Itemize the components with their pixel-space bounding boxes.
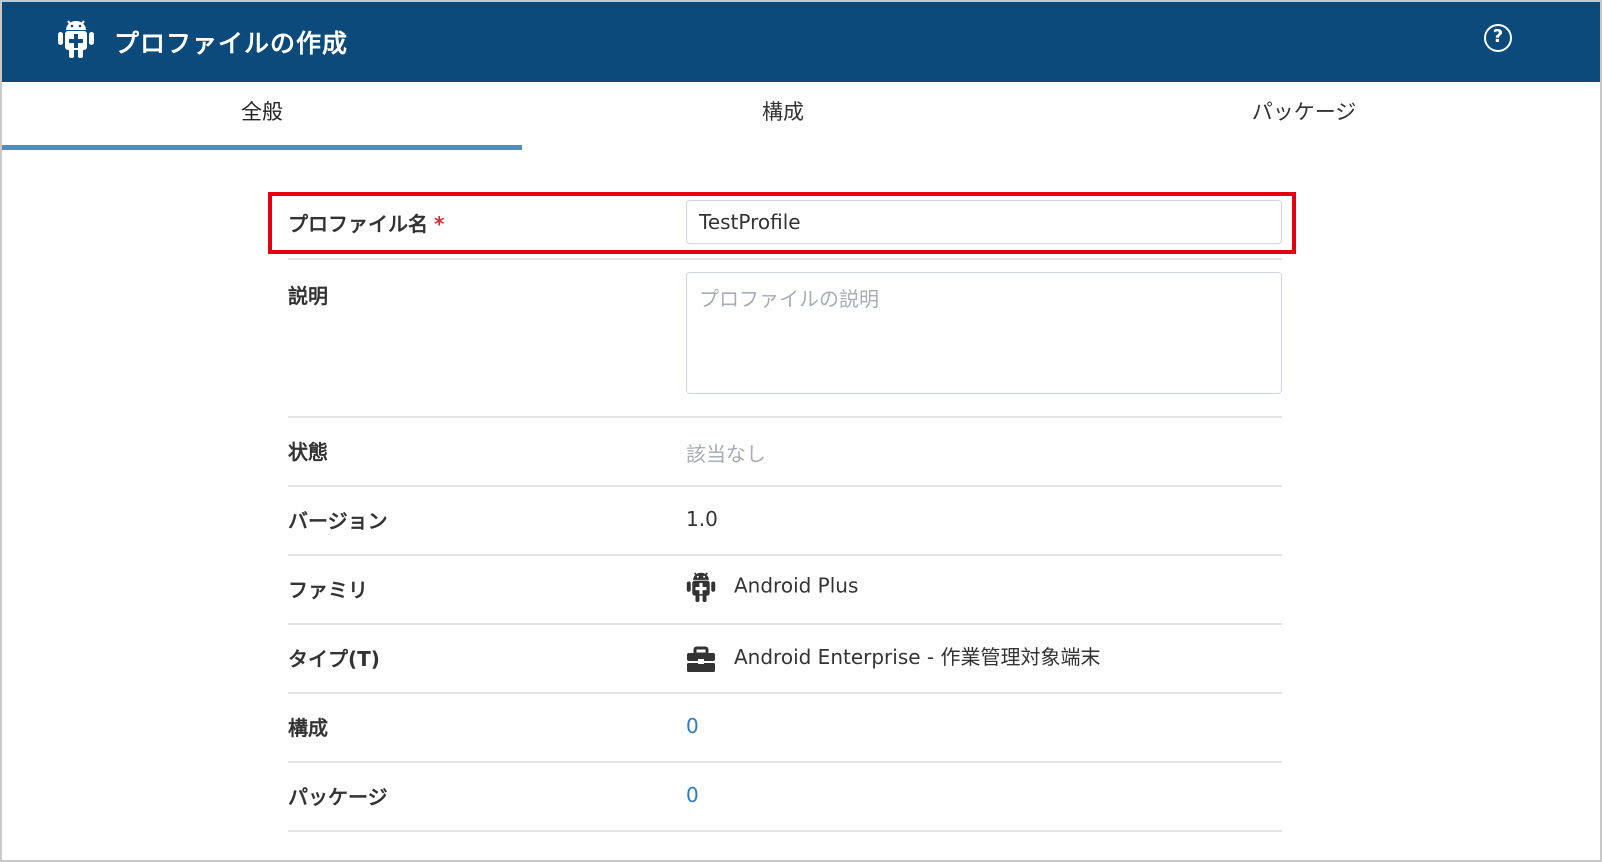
family-row: ファミリ Android Plus bbox=[288, 556, 1282, 625]
configuration-count-link[interactable]: 0 bbox=[686, 714, 699, 738]
version-label: バージョン bbox=[288, 509, 388, 533]
type-value: Android Enterprise - 作業管理対象端末 bbox=[686, 641, 1101, 674]
type-row: タイプ(T) Android Enterprise - 作業管理対象端末 bbox=[288, 625, 1282, 694]
type-label: タイプ(T) bbox=[288, 647, 380, 671]
family-value: Android Plus bbox=[686, 572, 858, 602]
status-value: 該当なし bbox=[686, 442, 766, 466]
description-label: 説明 bbox=[288, 284, 328, 308]
packages-count-link[interactable]: 0 bbox=[686, 783, 699, 807]
page-title: プロファイルの作成 bbox=[114, 29, 349, 58]
version-row: バージョン 1.0 bbox=[288, 487, 1282, 556]
briefcase-icon bbox=[687, 646, 715, 672]
packages-row: パッケージ 0 bbox=[288, 763, 1282, 832]
family-label: ファミリ bbox=[288, 578, 368, 602]
highlight-box bbox=[268, 192, 1296, 254]
version-value: 1.0 bbox=[686, 507, 718, 531]
description-textarea[interactable] bbox=[686, 272, 1282, 394]
packages-label: パッケージ bbox=[288, 785, 388, 809]
configuration-row: 構成 0 bbox=[288, 694, 1282, 763]
type-value-text: Android Enterprise - 作業管理対象端末 bbox=[734, 645, 1101, 669]
profile-create-window: プロファイルの作成 ? 全般 構成 パッケージ プロファイル名* 説明 状態 該… bbox=[0, 0, 1602, 862]
status-row: 状態 該当なし bbox=[288, 418, 1282, 487]
family-value-text: Android Plus bbox=[734, 573, 859, 598]
tab-configuration[interactable]: 構成 bbox=[523, 82, 1043, 150]
help-icon[interactable]: ? bbox=[1484, 24, 1512, 52]
tab-packages[interactable]: パッケージ bbox=[1044, 82, 1564, 150]
android-icon bbox=[686, 572, 716, 602]
description-row: 説明 bbox=[288, 272, 1282, 418]
tab-bar: 全般 構成 パッケージ bbox=[2, 82, 1600, 150]
tab-general[interactable]: 全般 bbox=[2, 82, 522, 150]
header-bar: プロファイルの作成 ? bbox=[2, 2, 1600, 82]
configuration-label: 構成 bbox=[288, 716, 328, 740]
android-icon bbox=[58, 20, 94, 58]
status-label: 状態 bbox=[288, 440, 328, 464]
